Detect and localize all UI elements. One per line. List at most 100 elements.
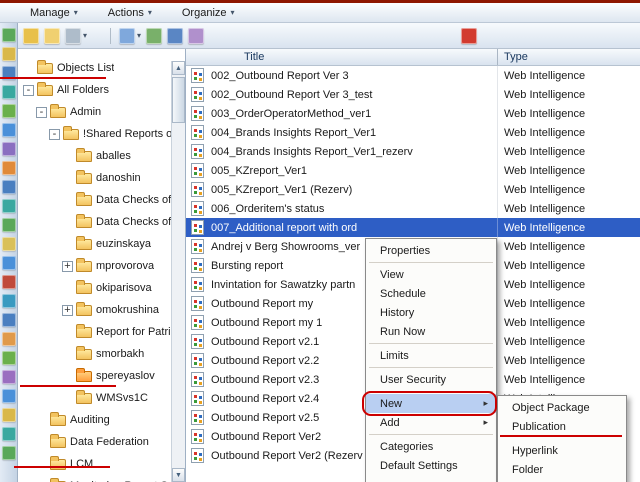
rail-icon-4[interactable]: [1, 85, 16, 99]
schedule-icon[interactable]: ▾: [146, 27, 163, 44]
tree-item[interactable]: !Shared Reports of B3: [18, 123, 171, 145]
submenu-item[interactable]: Publication: [498, 417, 626, 437]
folder-icon: [50, 103, 66, 118]
rail-icon-2[interactable]: [1, 47, 16, 61]
rail-icon-21[interactable]: [1, 408, 16, 422]
submenu-item[interactable]: Folder: [498, 460, 626, 479]
tree-item[interactable]: aballes: [18, 145, 171, 167]
table-row[interactable]: 005_KZreport_Ver1 Web Intelligence: [186, 161, 640, 180]
column-header-type[interactable]: Type: [497, 49, 640, 65]
tree-item[interactable]: Data Checks of S: [18, 211, 171, 233]
table-row[interactable]: 003_OrderOperatorMethod_ver1 Web Intelli…: [186, 104, 640, 123]
rail-icon-15[interactable]: [1, 294, 16, 308]
delete-icon[interactable]: ▾: [461, 27, 478, 44]
expand-toggle-icon[interactable]: [49, 128, 60, 141]
table-row[interactable]: 007_Additional report with ord Web Intel…: [186, 218, 640, 237]
tree-item[interactable]: Auditing: [18, 409, 171, 431]
context-menu-item[interactable]: History ▸: [366, 303, 496, 322]
rail-icon-6[interactable]: [1, 123, 16, 137]
context-menu-item[interactable]: View ▸: [366, 265, 496, 284]
scroll-up-icon[interactable]: ▲: [172, 61, 185, 75]
folder-icon: [76, 323, 92, 338]
table-row[interactable]: 004_Brands Insights Report_Ver1 Web Inte…: [186, 123, 640, 142]
menu-item[interactable]: Manage ▾: [26, 5, 82, 21]
view-icon[interactable]: ▾: [167, 27, 184, 44]
new-folder-icon[interactable]: ▾: [44, 27, 60, 44]
context-menu-item[interactable]: Run Now ▸: [366, 322, 496, 344]
tree-item[interactable]: Objects List: [0, 57, 171, 79]
folder-icon: [76, 389, 92, 404]
table-row[interactable]: 002_Outbound Report Ver 3_test Web Intel…: [186, 85, 640, 104]
rail-icon-3[interactable]: [1, 66, 16, 80]
rail-icon-14[interactable]: [1, 275, 16, 289]
expand-toggle-icon[interactable]: [36, 106, 47, 119]
print-icon[interactable]: ▾: [65, 27, 87, 44]
rail-icon-9[interactable]: [1, 180, 16, 194]
tree-item-label: Data Checks of S: [96, 216, 171, 228]
rail-icon-17[interactable]: [1, 332, 16, 346]
tree-item[interactable]: Monitoring Report Sav: [18, 475, 171, 482]
scroll-down-icon[interactable]: ▼: [172, 468, 185, 482]
folder-icon: [76, 301, 92, 316]
rail-icon-22[interactable]: [1, 427, 16, 441]
context-menu-item[interactable]: New ▸: [362, 391, 497, 416]
rail-icon-20[interactable]: [1, 389, 16, 403]
tree-item-label: !Shared Reports of B3: [83, 128, 171, 140]
table-row[interactable]: 002_Outbound Report Ver 3 Web Intelligen…: [186, 66, 640, 85]
rail-icon-12[interactable]: [1, 237, 16, 251]
expand-toggle-icon[interactable]: [23, 84, 34, 97]
tree-item[interactable]: LCM: [18, 453, 171, 475]
tree-item[interactable]: okiparisova: [18, 277, 171, 299]
context-menu-item[interactable]: Limits ▸: [366, 346, 496, 368]
tree-item[interactable]: WMSvs1C: [18, 387, 171, 409]
table-row[interactable]: 004_Brands Insights Report_Ver1_rezerv W…: [186, 142, 640, 161]
tree-item[interactable]: spereyaslov: [18, 365, 171, 387]
cell-title: 002_Outbound Report Ver 3: [211, 69, 349, 82]
tree-item[interactable]: Data Federation: [18, 431, 171, 453]
scrollbar-thumb[interactable]: [172, 77, 185, 123]
tree-item[interactable]: smorbakh: [18, 343, 171, 365]
rail-icon-16[interactable]: [1, 313, 16, 327]
chevron-down-icon: ▾: [73, 8, 78, 17]
rail-icon-18[interactable]: [1, 351, 16, 365]
tree-item[interactable]: Data Checks of D: [18, 189, 171, 211]
context-menu-item[interactable]: Categories ▸: [366, 437, 496, 456]
column-header-title[interactable]: Title: [186, 49, 497, 65]
tree-item[interactable]: euzinskaya: [18, 233, 171, 255]
context-menu-item[interactable]: Default Settings ▸: [366, 456, 496, 475]
new-object-icon[interactable]: ▾: [23, 27, 39, 44]
tree-item[interactable]: Admin: [18, 101, 171, 123]
context-menu-item[interactable]: Add ▸: [366, 413, 496, 435]
tree-item-label: Admin: [70, 106, 102, 118]
tree-item[interactable]: Report for Patrick: [18, 321, 171, 343]
rail-icon-13[interactable]: [1, 256, 16, 270]
table-row[interactable]: 006_Orderitem's status Web Intelligence: [186, 199, 640, 218]
rail-icon-1[interactable]: [1, 28, 16, 42]
tree-scrollbar[interactable]: ▲ ▼: [171, 61, 185, 482]
menu-item[interactable]: Organize ▾: [178, 5, 239, 21]
webi-document-icon: [191, 106, 204, 121]
submenu-item[interactable]: Hyperlink: [498, 441, 626, 460]
context-menu-item[interactable]: Schedule ▸: [366, 284, 496, 303]
tree-item[interactable]: mprovorova: [18, 255, 171, 277]
send-icon[interactable]: ▾: [110, 27, 141, 44]
table-row[interactable]: 005_KZreport_Ver1 (Rezerv) Web Intellige…: [186, 180, 640, 199]
context-menu-item[interactable]: User Security ▸: [366, 370, 496, 392]
webi-document-icon: [191, 410, 204, 425]
refresh-icon[interactable]: ▾: [188, 27, 205, 44]
rail-icon-10[interactable]: [1, 199, 16, 213]
menu-item[interactable]: Actions ▾: [104, 5, 156, 21]
rail-icon-11[interactable]: [1, 218, 16, 232]
context-menu-item[interactable]: Properties ▸: [366, 241, 496, 263]
rail-icon-23[interactable]: [1, 446, 16, 460]
rail-icon-7[interactable]: [1, 142, 16, 156]
tree-item[interactable]: omokrushina: [18, 299, 171, 321]
rail-icon-8[interactable]: [1, 161, 16, 175]
expand-toggle-icon[interactable]: [62, 304, 73, 317]
expand-toggle-icon[interactable]: [62, 260, 73, 273]
tree-item[interactable]: All Folders: [18, 79, 171, 101]
submenu-item[interactable]: Object Package: [498, 398, 626, 417]
rail-icon-5[interactable]: [1, 104, 16, 118]
rail-icon-19[interactable]: [1, 370, 16, 384]
tree-item[interactable]: danoshin: [18, 167, 171, 189]
